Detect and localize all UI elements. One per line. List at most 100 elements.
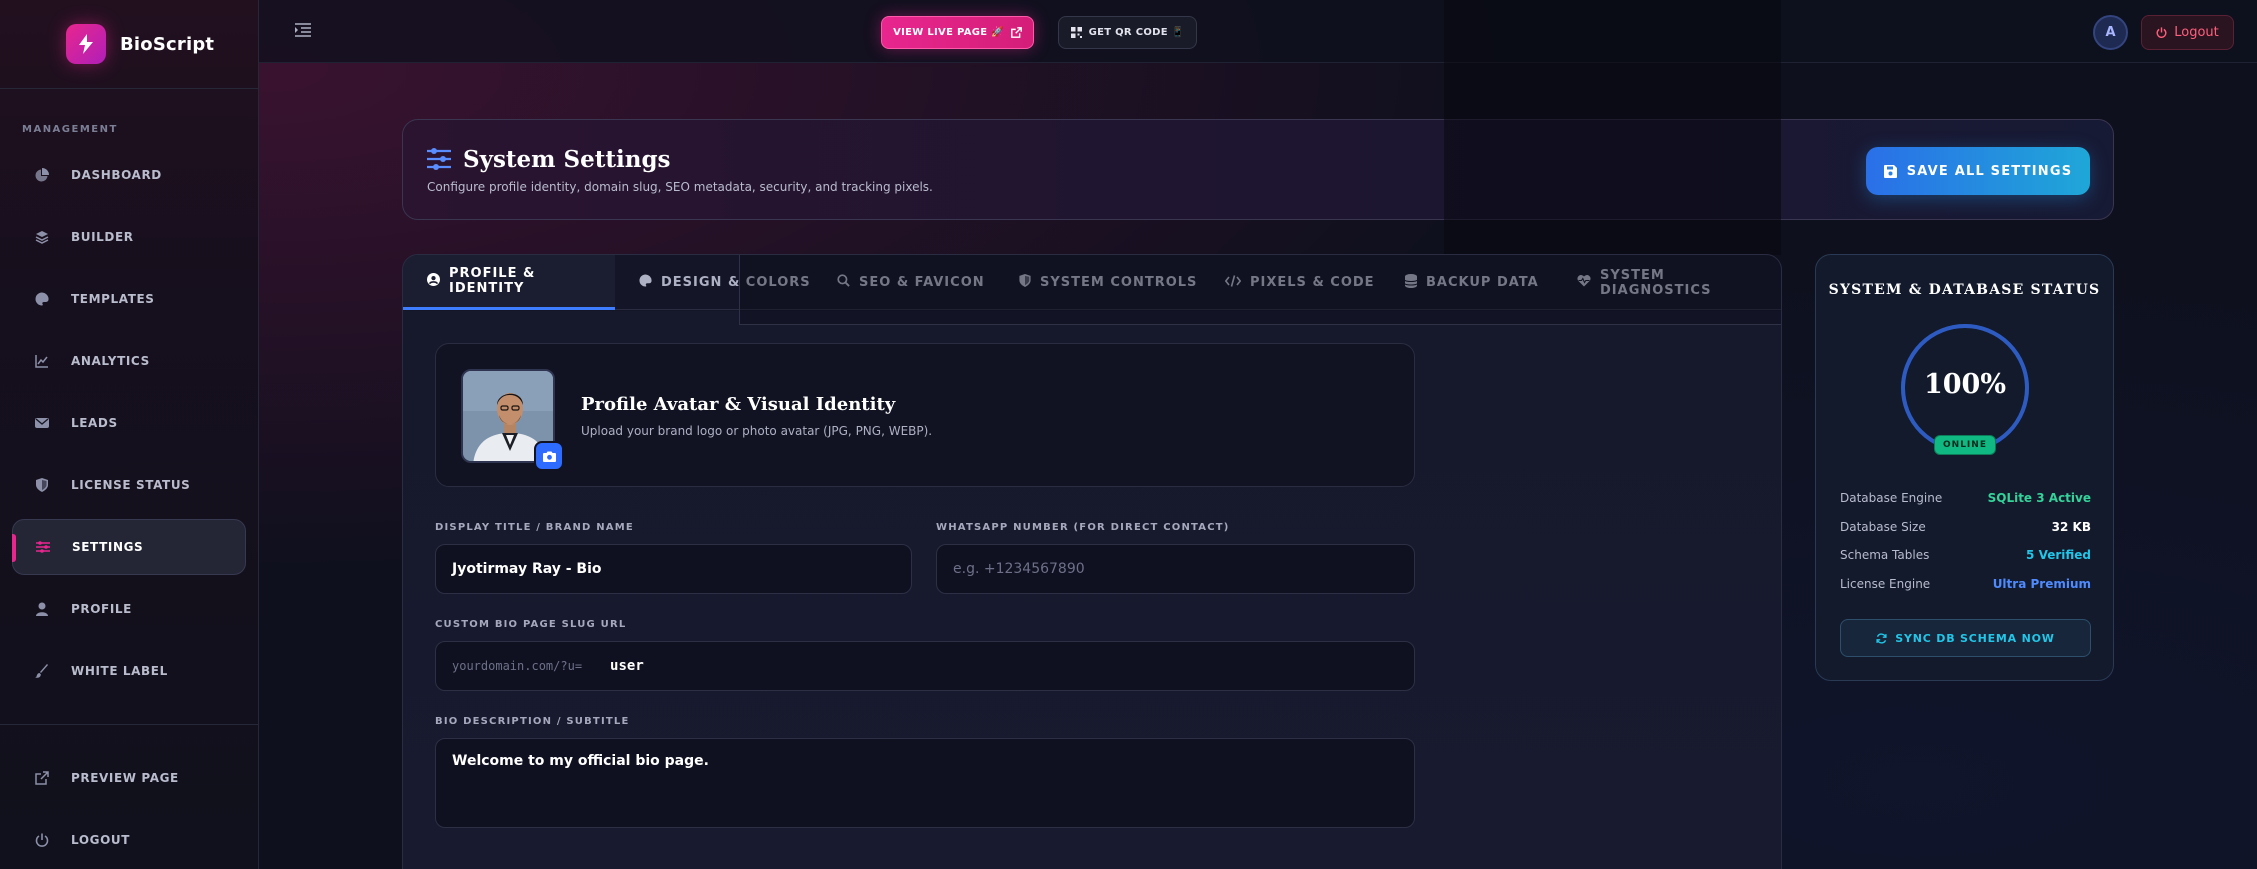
sidebar-item-white-label[interactable]: WHITE LABEL	[12, 643, 246, 699]
external-link-icon	[1011, 27, 1022, 38]
slug-value: user	[610, 658, 644, 674]
settings-tabs: PROFILE & IDENTITY DESIGN & COLORS SEO &…	[403, 255, 1781, 310]
heart-pulse-icon	[1577, 274, 1591, 291]
qr-code-icon	[1070, 27, 1082, 38]
database-icon	[1404, 273, 1418, 292]
palette-icon	[34, 291, 50, 307]
avatar-section-title: Profile Avatar & Visual Identity	[581, 394, 896, 415]
tab-system-diagnostics[interactable]: SYSTEM DIAGNOSTICS	[1577, 255, 1781, 310]
sliders-icon	[35, 539, 51, 555]
get-qr-code-button[interactable]: GET QR CODE 📱	[1058, 16, 1197, 49]
refresh-icon	[1876, 632, 1887, 644]
brush-icon	[34, 663, 50, 679]
brand[interactable]: BioScript	[66, 24, 214, 64]
shield-icon	[1019, 274, 1031, 291]
sidebar-item-leads[interactable]: LEADS	[12, 395, 246, 451]
palette-icon	[639, 274, 652, 291]
status-key: Database Size	[1840, 520, 1926, 534]
search-icon	[837, 274, 850, 291]
power-icon	[34, 832, 50, 848]
sidebar-item-templates[interactable]: TEMPLATES	[12, 271, 246, 327]
health-value: 100%	[1923, 369, 2006, 400]
sidebar-item-profile[interactable]: PROFILE	[12, 581, 246, 637]
sidebar-item-dashboard[interactable]: DASHBOARD	[12, 147, 246, 203]
envelope-icon	[34, 415, 50, 431]
upload-photo-button[interactable]	[534, 441, 564, 471]
status-value: 5 Verified	[2026, 548, 2091, 562]
avatar-section-subtitle: Upload your brand logo or photo avatar (…	[581, 424, 933, 438]
tab-system-controls[interactable]: SYSTEM CONTROLS	[1019, 255, 1197, 310]
tab-pixels-code[interactable]: PIXELS & CODE	[1224, 255, 1375, 310]
sidebar-item-logout[interactable]: LOGOUT	[12, 812, 246, 868]
sidebar-item-label: ANALYTICS	[71, 354, 150, 368]
tab-design-colors[interactable]: DESIGN & COLORS	[639, 255, 811, 310]
online-status-badge: ONLINE	[1934, 435, 1996, 455]
status-row: Schema Tables 5 Verified	[1840, 548, 2091, 562]
logout-label: Logout	[2174, 25, 2219, 40]
external-link-icon	[34, 770, 50, 786]
status-value: 32 KB	[2051, 520, 2091, 534]
slug-input[interactable]: yourdomain.com/?u= user	[435, 641, 1415, 691]
sidebar-item-analytics[interactable]: ANALYTICS	[12, 333, 246, 389]
sidebar-item-settings[interactable]: SETTINGS	[12, 519, 246, 575]
sidebar-item-label: TEMPLATES	[71, 292, 155, 306]
tab-label: SYSTEM CONTROLS	[1040, 275, 1198, 290]
overlay-shade	[1444, 0, 1781, 255]
sync-db-schema-label: SYNC DB SCHEMA NOW	[1895, 631, 2055, 645]
avatar-upload-card: Profile Avatar & Visual Identity Upload …	[435, 343, 1415, 487]
tab-label: BACKUP DATA	[1426, 275, 1539, 290]
get-qr-code-label: GET QR CODE 📱	[1088, 27, 1185, 38]
logout-button[interactable]: Logout	[2141, 15, 2234, 50]
sync-db-schema-button[interactable]: SYNC DB SCHEMA NOW	[1840, 619, 2091, 657]
slug-prefix: yourdomain.com/?u=	[452, 659, 583, 673]
sidebar-item-builder[interactable]: BUILDER	[12, 209, 246, 265]
menu-toggle-icon[interactable]	[295, 22, 311, 41]
sidebar-item-label: SETTINGS	[72, 540, 144, 554]
settings-panel: PROFILE & IDENTITY DESIGN & COLORS SEO &…	[402, 254, 1782, 869]
display-title-input[interactable]: Jyotirmay Ray - Bio	[435, 544, 912, 594]
whatsapp-input[interactable]: e.g. +1234567890	[936, 544, 1415, 594]
topbar	[259, 0, 2257, 63]
bio-textarea[interactable]: Welcome to my official bio page.	[435, 738, 1415, 828]
sidebar-item-label: LEADS	[71, 416, 118, 430]
line-chart-icon	[34, 353, 50, 369]
sidebar-item-license-status[interactable]: LICENSE STATUS	[12, 457, 246, 513]
sidebar-item-label: LICENSE STATUS	[71, 478, 191, 492]
status-row: Database Engine SQLite 3 Active	[1840, 491, 2091, 505]
sidebar-item-preview-page[interactable]: PREVIEW PAGE	[12, 750, 246, 806]
sidebar-item-label: DASHBOARD	[71, 168, 162, 182]
power-icon	[2156, 27, 2167, 38]
status-value: SQLite 3 Active	[1987, 491, 2091, 505]
layers-icon	[34, 229, 50, 245]
tab-label: DESIGN & COLORS	[661, 275, 811, 290]
tab-label: SYSTEM DIAGNOSTICS	[1600, 267, 1712, 298]
sliders-icon	[427, 148, 451, 174]
whatsapp-label: WHATSAPP NUMBER (FOR DIRECT CONTACT)	[936, 522, 1230, 533]
user-avatar[interactable]: A	[2093, 15, 2128, 50]
sidebar-item-label: WHITE LABEL	[71, 664, 168, 678]
page-subtitle: Configure profile identity, domain slug,…	[427, 180, 933, 194]
tab-seo-favicon[interactable]: SEO & FAVICON	[837, 255, 985, 310]
save-all-settings-button[interactable]: SAVE ALL SETTINGS	[1866, 147, 2090, 195]
user-circle-icon	[427, 272, 440, 290]
status-row: Database Size 32 KB	[1840, 520, 2091, 534]
tab-label: PIXELS & CODE	[1250, 275, 1375, 290]
tab-label: PROFILE & IDENTITY	[449, 266, 536, 296]
view-live-page-button[interactable]: VIEW LIVE PAGE 🚀	[881, 16, 1034, 49]
status-key: License Engine	[1840, 577, 1931, 591]
sidebar-section-label: MANAGEMENT	[22, 124, 118, 135]
tab-profile-identity[interactable]: PROFILE & IDENTITY	[403, 255, 615, 310]
page-title: System Settings	[463, 146, 671, 173]
save-all-settings-label: SAVE ALL SETTINGS	[1906, 163, 2073, 179]
tab-backup-data[interactable]: BACKUP DATA	[1404, 255, 1539, 310]
tab-label: SEO & FAVICON	[859, 275, 985, 290]
bio-label: BIO DESCRIPTION / SUBTITLE	[435, 716, 630, 727]
brand-name: BioScript	[120, 33, 215, 55]
user-icon	[34, 601, 50, 617]
status-value: Ultra Premium	[1992, 577, 2091, 591]
sidebar-item-label: PROFILE	[71, 602, 132, 616]
pie-chart-icon	[34, 167, 50, 183]
sidebar-divider	[0, 724, 259, 725]
shield-icon	[34, 477, 50, 493]
sidebar-item-label: BUILDER	[71, 230, 134, 244]
